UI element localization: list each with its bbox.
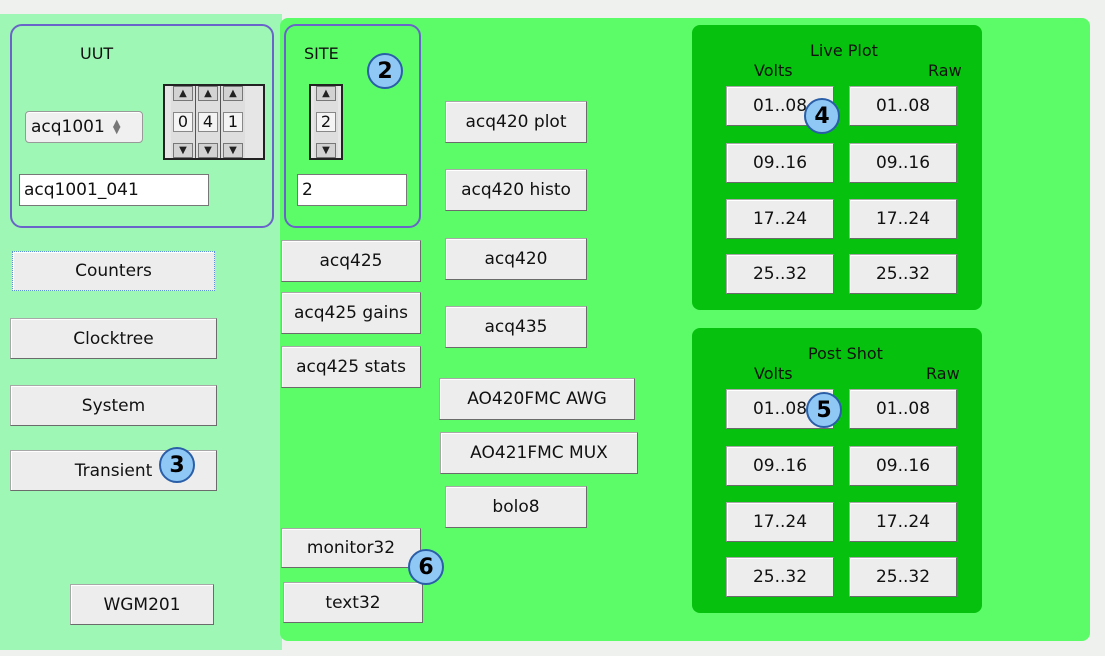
post-shot-volts-label: Volts — [754, 364, 793, 383]
live-raw-01-08-button[interactable]: 01..08 — [849, 86, 957, 126]
live-plot-raw-label: Raw — [928, 61, 962, 80]
live-plot-group: Live Plot Volts Raw 01..08 01..08 09..16… — [692, 25, 982, 310]
acq435-button[interactable]: acq435 — [445, 306, 587, 348]
acq420-plot-button[interactable]: acq420 plot — [445, 101, 587, 143]
live-volts-17-24-button[interactable]: 17..24 — [726, 199, 834, 239]
uut-group: UUT acq1001 ▲ ▼ ▲ 0 ▼ ▲ 4 ▼ ▲ 1 ▼ acq1001… — [10, 24, 274, 228]
uut-spinner-col: ▲ 0 ▼ — [171, 86, 196, 158]
spinner-down-icon[interactable]: ▼ — [198, 143, 218, 158]
post-volts-25-32-button[interactable]: 25..32 — [726, 557, 834, 597]
spinner-digit: 0 — [173, 112, 193, 132]
acq425-gains-button[interactable]: acq425 gains — [281, 292, 421, 334]
post-shot-group: Post Shot Volts Raw 01..08 01..08 09..16… — [692, 328, 982, 613]
spinner-up-icon[interactable]: ▲ — [173, 86, 193, 101]
acq425-button[interactable]: acq425 — [281, 240, 421, 282]
site-field[interactable]: 2 — [297, 174, 407, 206]
post-raw-25-32-button[interactable]: 25..32 — [849, 557, 957, 597]
spinner-digit: 2 — [316, 112, 336, 132]
callout-badge-6: 6 — [408, 549, 444, 585]
post-volts-17-24-button[interactable]: 17..24 — [726, 502, 834, 542]
uut-combo[interactable]: acq1001 ▲ ▼ — [25, 111, 143, 143]
site-spinner-col: ▲ 2 ▼ — [314, 86, 338, 158]
spinner-digit: 4 — [198, 112, 218, 132]
site-spinner[interactable]: ▲ 2 ▼ — [309, 84, 343, 160]
combo-arrows-icon: ▲ ▼ — [112, 118, 121, 136]
callout-badge-5: 5 — [806, 392, 842, 428]
monitor32-button[interactable]: monitor32 — [281, 528, 421, 568]
live-volts-09-16-button[interactable]: 09..16 — [726, 143, 834, 183]
wgm201-button[interactable]: WGM201 — [70, 584, 214, 625]
live-raw-17-24-button[interactable]: 17..24 — [849, 199, 957, 239]
counters-button[interactable]: Counters — [12, 251, 215, 291]
text32-button[interactable]: text32 — [283, 582, 423, 623]
callout-badge-3: 3 — [159, 447, 195, 483]
post-volts-09-16-button[interactable]: 09..16 — [726, 446, 834, 486]
post-raw-17-24-button[interactable]: 17..24 — [849, 502, 957, 542]
callout-badge-2: 2 — [367, 53, 403, 89]
spinner-up-icon[interactable]: ▲ — [198, 86, 218, 101]
ao421fmc-mux-button[interactable]: AO421FMC MUX — [440, 432, 638, 474]
uut-spinner[interactable]: ▲ 0 ▼ ▲ 4 ▼ ▲ 1 ▼ — [163, 84, 265, 160]
clocktree-button[interactable]: Clocktree — [10, 318, 217, 359]
live-volts-25-32-button[interactable]: 25..32 — [726, 254, 834, 294]
spinner-down-icon[interactable]: ▼ — [223, 143, 243, 158]
live-plot-volts-label: Volts — [754, 61, 793, 80]
uut-spinner-col: ▲ 1 ▼ — [221, 86, 245, 158]
spinner-up-icon[interactable]: ▲ — [316, 86, 336, 101]
post-raw-01-08-button[interactable]: 01..08 — [849, 389, 957, 429]
spinner-down-icon[interactable]: ▼ — [173, 143, 193, 158]
ao420fmc-awg-button[interactable]: AO420FMC AWG — [439, 378, 635, 420]
spinner-digit: 1 — [223, 112, 243, 132]
site-group: SITE ▲ 2 ▼ 2 — [284, 24, 421, 228]
live-plot-title: Live Plot — [810, 41, 878, 60]
live-raw-09-16-button[interactable]: 09..16 — [849, 143, 957, 183]
post-shot-title: Post Shot — [808, 344, 883, 363]
system-button[interactable]: System — [10, 385, 217, 426]
uut-name-field[interactable]: acq1001_041 — [19, 174, 209, 206]
acq420-button[interactable]: acq420 — [445, 238, 587, 280]
spinner-down-icon[interactable]: ▼ — [316, 143, 336, 158]
live-raw-25-32-button[interactable]: 25..32 — [849, 254, 957, 294]
post-raw-09-16-button[interactable]: 09..16 — [849, 446, 957, 486]
acq425-stats-button[interactable]: acq425 stats — [281, 346, 421, 388]
post-shot-raw-label: Raw — [926, 364, 960, 383]
uut-title: UUT — [80, 44, 114, 63]
spinner-up-icon[interactable]: ▲ — [223, 86, 243, 101]
uut-spinner-col: ▲ 4 ▼ — [196, 86, 221, 158]
callout-badge-4: 4 — [804, 98, 840, 134]
uut-combo-value: acq1001 — [31, 117, 105, 137]
acq420-histo-button[interactable]: acq420 histo — [445, 169, 587, 211]
site-title: SITE — [304, 44, 339, 63]
bolo8-button[interactable]: bolo8 — [445, 486, 587, 528]
